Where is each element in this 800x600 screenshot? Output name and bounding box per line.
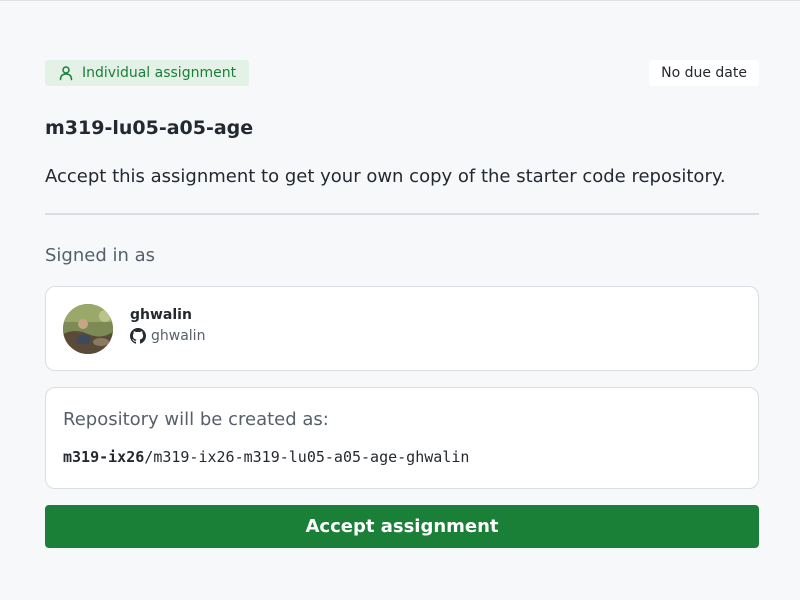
- accept-assignment-button[interactable]: Accept assignment: [45, 505, 759, 548]
- user-display-name: ghwalin: [130, 307, 192, 323]
- user-card: ghwalin ghwalin: [45, 286, 759, 371]
- signed-in-label: Signed in as: [45, 245, 156, 266]
- person-icon: [58, 65, 74, 81]
- assignment-description: Accept this assignment to get your own c…: [45, 166, 726, 187]
- repository-full-name: m319-ix26/m319-ix26-m319-lu05-a05-age-gh…: [63, 446, 469, 468]
- repository-owner: m319-ix26: [63, 448, 145, 466]
- repository-card: Repository will be created as: m319-ix26…: [45, 387, 759, 489]
- assignment-title: m319-lu05-a05-age: [45, 117, 254, 139]
- due-date-badge: No due date: [649, 60, 759, 86]
- github-icon: [130, 328, 146, 344]
- avatar: [63, 304, 113, 354]
- repository-label: Repository will be created as:: [63, 409, 329, 430]
- divider: [45, 213, 759, 215]
- user-login: ghwalin: [130, 327, 205, 345]
- assignment-meta-row: Individual assignment No due date: [45, 60, 759, 86]
- repository-name: m319-ix26-m319-lu05-a05-age-ghwalin: [153, 448, 470, 466]
- user-login-label: ghwalin: [151, 328, 206, 344]
- repository-separator: /: [144, 448, 154, 466]
- assignment-type-badge: Individual assignment: [45, 60, 250, 86]
- assignment-type-label: Individual assignment: [82, 65, 237, 81]
